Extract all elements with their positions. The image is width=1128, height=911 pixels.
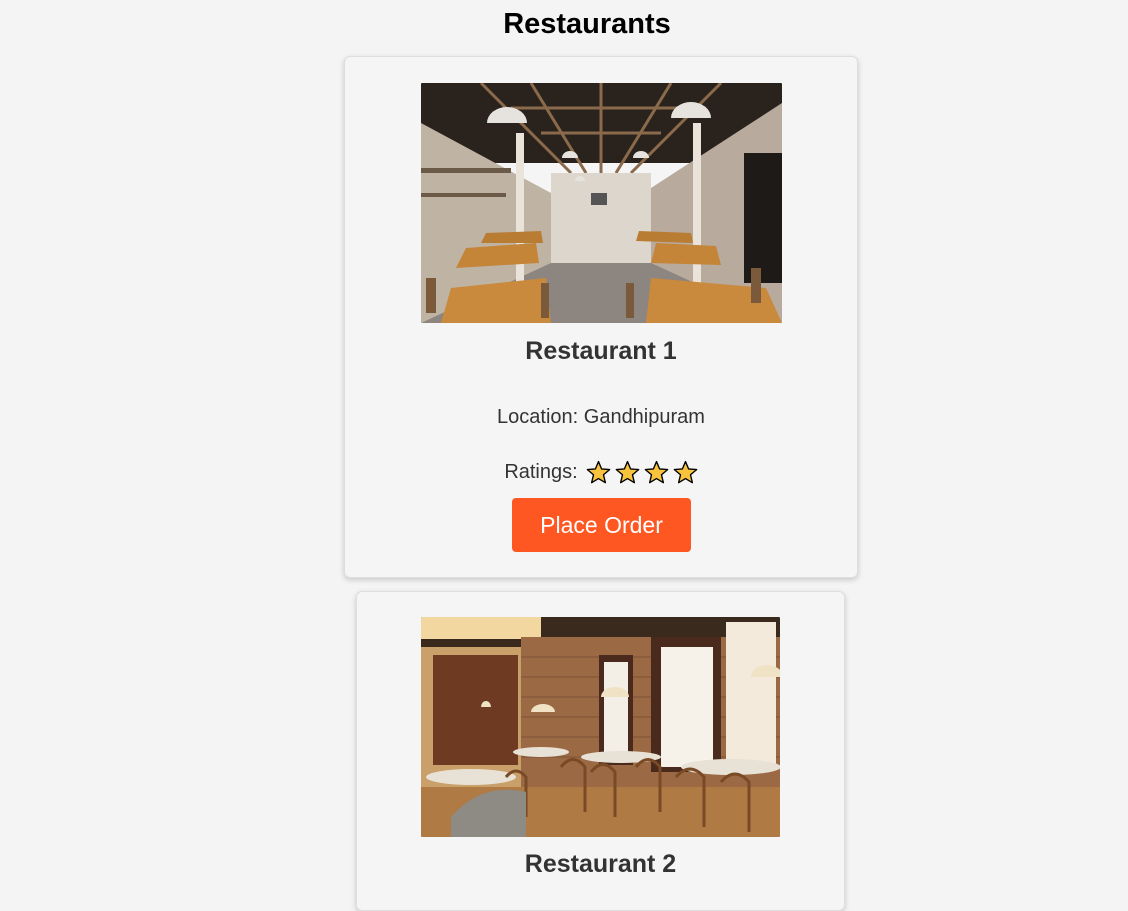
restaurant-interior-photo-icon — [421, 83, 782, 323]
restaurant-photo — [421, 617, 780, 837]
restaurant-card: Restaurant 1 Location: Gandhipuram Ratin… — [344, 56, 858, 578]
star-icon — [615, 460, 640, 484]
restaurant-card: Restaurant 2 — [356, 591, 845, 911]
star-icon — [586, 460, 611, 484]
place-order-button[interactable]: Place Order — [512, 498, 691, 552]
star-icon — [673, 460, 698, 484]
restaurant-interior-photo-icon — [421, 617, 780, 837]
restaurant-name: Restaurant 2 — [524, 850, 677, 878]
restaurant-name: Restaurant 1 — [525, 337, 677, 365]
restaurant-photo — [421, 83, 782, 323]
star-rating — [586, 460, 698, 485]
star-icon — [644, 460, 669, 484]
restaurant-location: Location: Gandhipuram — [497, 406, 705, 428]
ratings-label: Ratings: — [504, 461, 578, 483]
page-title: Restaurants — [503, 8, 671, 40]
restaurant-ratings: Ratings: — [345, 460, 857, 485]
